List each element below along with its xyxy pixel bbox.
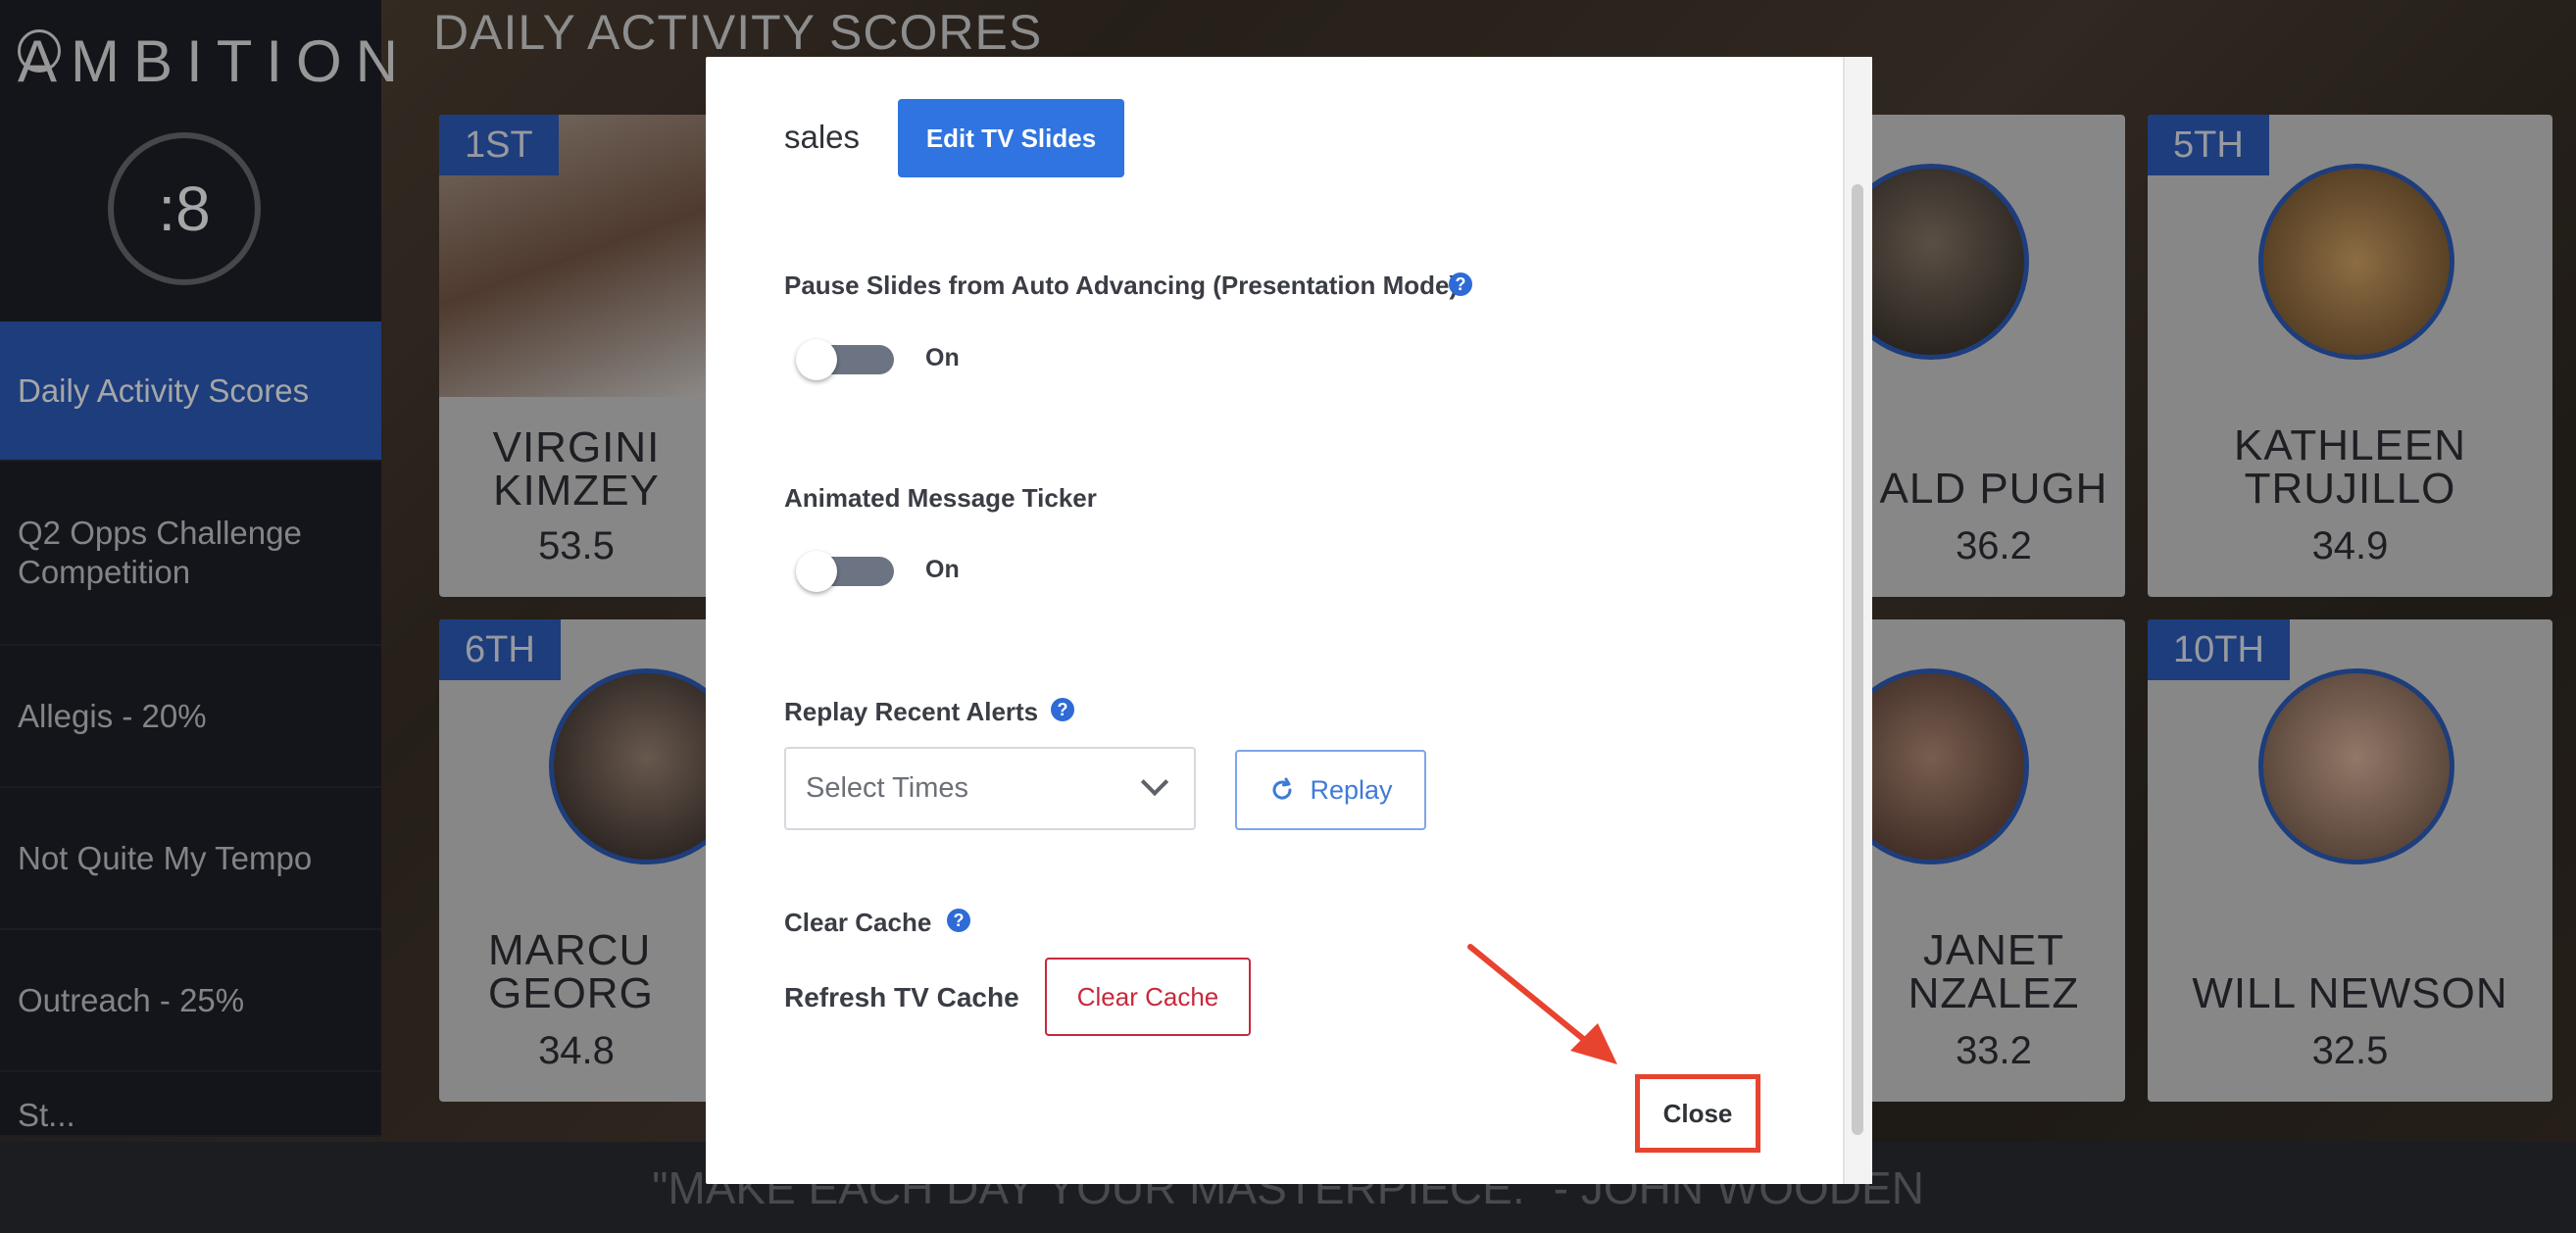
refresh-icon	[1272, 777, 1292, 800]
select-times-dropdown[interactable]: Select Times	[784, 747, 1196, 830]
refresh-tv-cache-label: Refresh TV Cache	[784, 982, 1019, 1012]
toggle-knob	[796, 551, 837, 592]
ticker-toggle-state: On	[925, 556, 960, 583]
clear-cache-label: Clear Cache	[784, 908, 932, 937]
message-ticker-label: Animated Message Ticker	[784, 483, 1097, 513]
modal-scrollbar[interactable]	[1843, 57, 1872, 1184]
replay-button-label: Replay	[1310, 774, 1393, 805]
close-button[interactable]: Close	[1635, 1074, 1760, 1153]
toggle-knob	[796, 339, 837, 380]
help-icon[interactable]: ?	[947, 909, 970, 932]
chevron-down-icon	[1140, 767, 1169, 797]
pause-toggle-state: On	[925, 344, 960, 371]
pause-slides-toggle[interactable]	[796, 339, 894, 380]
annotation-arrow-icon	[1467, 944, 1617, 1064]
replay-button[interactable]: Replay	[1235, 750, 1426, 830]
scrollbar-thumb[interactable]	[1852, 184, 1863, 1135]
select-placeholder: Select Times	[806, 772, 968, 804]
tv-settings-modal	[706, 57, 1872, 1184]
pause-slides-label: Pause Slides from Auto Advancing (Presen…	[784, 271, 1459, 300]
clear-cache-button[interactable]: Clear Cache	[1045, 958, 1251, 1036]
message-ticker-toggle[interactable]	[796, 551, 894, 592]
edit-tv-slides-button[interactable]: Edit TV Slides	[898, 99, 1124, 177]
help-icon[interactable]: ?	[1051, 698, 1074, 721]
group-name: sales	[784, 119, 861, 155]
help-icon[interactable]: ?	[1449, 272, 1472, 296]
replay-alerts-label: Replay Recent Alerts	[784, 697, 1039, 726]
